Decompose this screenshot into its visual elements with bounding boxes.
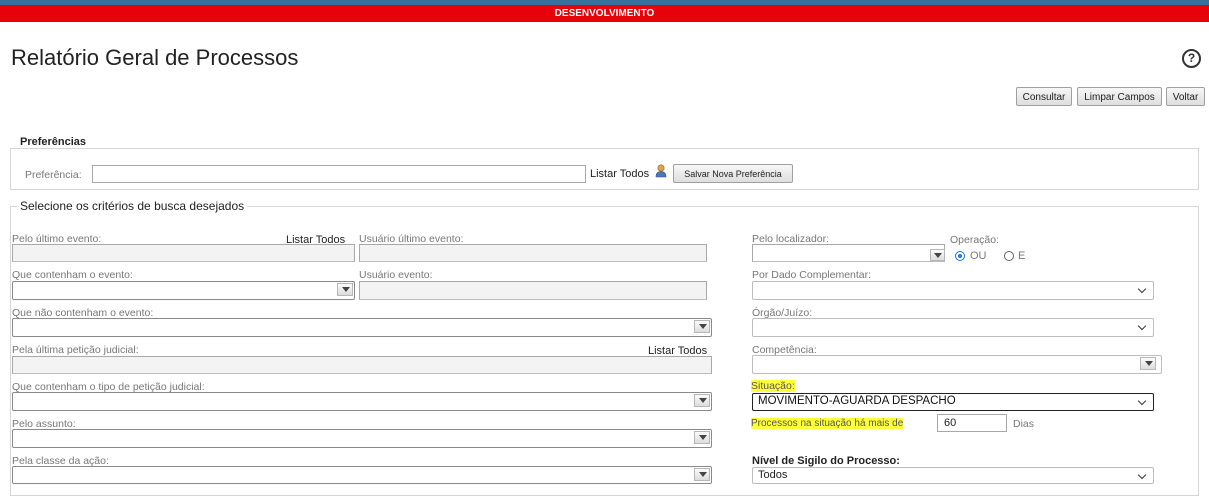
operacao-ou-radio[interactable] xyxy=(955,251,965,261)
usuario-evento-input[interactable] xyxy=(359,281,707,300)
limpar-campos-button[interactable]: Limpar Campos xyxy=(1077,87,1162,106)
usuario-evento-label: Usuário evento: xyxy=(359,269,433,281)
contenham-evento-select[interactable] xyxy=(12,281,355,300)
environment-banner: DESENVOLVIMENTO xyxy=(0,5,1209,22)
processos-situacao-label: Processos na situação há mais de xyxy=(751,418,904,429)
chevron-down-icon xyxy=(694,394,710,407)
page-title: Relatório Geral de Processos xyxy=(11,45,299,70)
situacao-label: Situação: xyxy=(751,380,795,392)
help-icon[interactable]: ? xyxy=(1182,49,1201,68)
preferencia-label: Preferência: xyxy=(25,169,82,181)
usuario-ultimo-evento-input[interactable] xyxy=(359,244,707,262)
nao-contenham-select[interactable] xyxy=(12,318,712,337)
operacao-e-label: E xyxy=(1018,250,1026,262)
voltar-button[interactable]: Voltar xyxy=(1166,87,1205,106)
chevron-down-icon xyxy=(1140,357,1156,370)
chevron-down-icon xyxy=(934,253,942,258)
operacao-ou-label: OU xyxy=(970,250,987,262)
ultimo-evento-input[interactable] xyxy=(12,244,355,262)
dado-complementar-select[interactable] xyxy=(752,281,1154,300)
ultima-peticao-label: Pela última petição judicial: xyxy=(12,344,139,356)
processos-dias-input[interactable]: 60 xyxy=(937,414,1007,432)
ultima-peticao-input[interactable] xyxy=(12,356,712,374)
chevron-down-icon xyxy=(337,283,353,296)
localizador-dropdown-button[interactable] xyxy=(930,249,945,261)
preferencias-legend: Preferências xyxy=(17,136,90,148)
tipo-peticao-select[interactable] xyxy=(12,392,712,411)
preferencia-input[interactable] xyxy=(92,165,586,183)
competencia-select[interactable] xyxy=(752,355,1162,374)
chevron-down-icon xyxy=(694,468,710,481)
chevron-down-icon xyxy=(694,320,710,333)
situacao-select[interactable]: MOVIMENTO-AGUARDA DESPACHO xyxy=(752,393,1154,411)
localizador-input[interactable] xyxy=(752,244,945,262)
consultar-button[interactable]: Consultar xyxy=(1016,87,1072,106)
classe-select[interactable] xyxy=(12,466,712,484)
dias-label: Dias xyxy=(1013,418,1035,430)
contenham-evento-label: Que contenham o evento: xyxy=(12,269,133,281)
orgao-select[interactable] xyxy=(752,318,1154,337)
operacao-label: Operação: xyxy=(950,234,1000,246)
chevron-down-icon xyxy=(694,431,710,444)
dado-complementar-label: Por Dado Complementar: xyxy=(752,269,872,281)
operacao-e-radio[interactable] xyxy=(1004,251,1014,261)
sigilo-select[interactable]: Todos xyxy=(752,467,1154,484)
user-icon[interactable] xyxy=(655,164,667,178)
assunto-select[interactable] xyxy=(12,429,712,448)
criteria-legend: Selecione os critérios de busca desejado… xyxy=(17,199,248,213)
salvar-preferencia-button[interactable]: Salvar Nova Preferência xyxy=(673,164,793,183)
sigilo-label: Nível de Sigilo do Processo: xyxy=(752,455,900,467)
preferencia-listar-todos-link[interactable]: Listar Todos xyxy=(590,168,649,180)
